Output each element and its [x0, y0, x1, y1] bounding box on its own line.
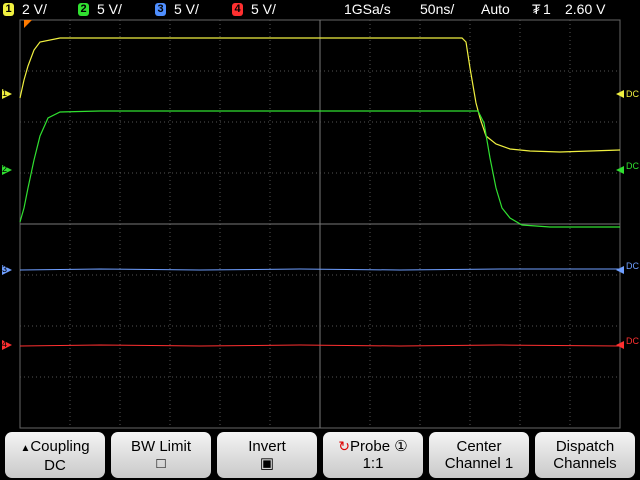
- coupling-softkey-label: ▲Coupling: [20, 438, 90, 455]
- channel-4-scale-label: 5 V/: [251, 1, 276, 17]
- channel-1-badge: 1: [3, 2, 14, 16]
- channel-4-coupling-label: DC: [626, 336, 639, 346]
- channel-3-scale[interactable]: 3 5 V/: [155, 1, 199, 17]
- channel-3-scale-label: 5 V/: [174, 1, 199, 17]
- channel-3-coupling-label: DC: [626, 261, 639, 271]
- coupling-softkey[interactable]: ▲Coupling DC: [5, 432, 105, 478]
- dispatch-softkey-label: Dispatch: [555, 438, 615, 455]
- bw-limit-softkey-label: BW Limit: [131, 438, 191, 455]
- channel-2-scale-label: 5 V/: [97, 1, 122, 17]
- trigger-level[interactable]: 2.60 V: [565, 0, 605, 18]
- probe-softkey-value: 1:1: [362, 455, 384, 472]
- channel-3-marker-label: 3: [2, 264, 7, 274]
- channel-1-coupling-label: DC: [626, 89, 639, 99]
- coupling-softkey-value: DC: [44, 457, 66, 474]
- dispatch-softkey-value: Channels: [553, 455, 617, 472]
- channel-2-marker-label: 2: [2, 164, 7, 174]
- time-per-division[interactable]: 50ns/: [420, 0, 454, 18]
- center-softkey-value: Channel 1: [444, 455, 514, 472]
- probe-softkey[interactable]: ↻Probe ① 1:1: [323, 432, 423, 478]
- invert-checkbox: ▣: [259, 455, 275, 472]
- channel-1-marker-label: 1: [2, 88, 7, 98]
- invert-softkey[interactable]: Invert ▣: [217, 432, 317, 478]
- channel-2-scale[interactable]: 2 5 V/: [78, 1, 122, 17]
- status-bar: 1 2 V/ 2 5 V/ 3 5 V/ 4 5 V/ 1GSa/s 50ns/…: [0, 0, 640, 18]
- entry-knob-icon: ↻: [338, 438, 351, 454]
- probe-softkey-label: ↻Probe ①: [338, 438, 408, 455]
- channel-1-scale[interactable]: 1 2 V/: [3, 1, 47, 17]
- softkey-menu: ▲Coupling DC BW Limit □ Invert ▣ ↻Probe …: [0, 430, 640, 480]
- trigger-source: 1: [543, 1, 551, 17]
- channel-4-scale[interactable]: 4 5 V/: [232, 1, 276, 17]
- waveform-display[interactable]: 1 2 3 4 DC DC DC DC: [0, 18, 640, 430]
- invert-softkey-label: Invert: [248, 438, 286, 455]
- channel-2-badge: 2: [78, 2, 89, 16]
- bw-limit-checkbox: □: [156, 455, 166, 472]
- sample-rate: 1GSa/s: [344, 1, 391, 17]
- bw-limit-softkey[interactable]: BW Limit □: [111, 432, 211, 478]
- center-softkey-label: Center: [456, 438, 502, 455]
- channel-1-scale-label: 2 V/: [22, 1, 47, 17]
- channel-4-badge: 4: [232, 2, 243, 16]
- center-channel-softkey[interactable]: Center Channel 1: [429, 432, 529, 478]
- trigger-mode[interactable]: Auto: [481, 0, 510, 18]
- trigger-edge-icon: ₮: [532, 1, 541, 17]
- dispatch-channels-softkey[interactable]: Dispatch Channels: [535, 432, 635, 478]
- menu-up-icon: ▲: [20, 443, 31, 454]
- channel-4-marker-label: 4: [2, 339, 7, 349]
- channel-2-coupling-label: DC: [626, 161, 639, 171]
- channel-3-badge: 3: [155, 2, 166, 16]
